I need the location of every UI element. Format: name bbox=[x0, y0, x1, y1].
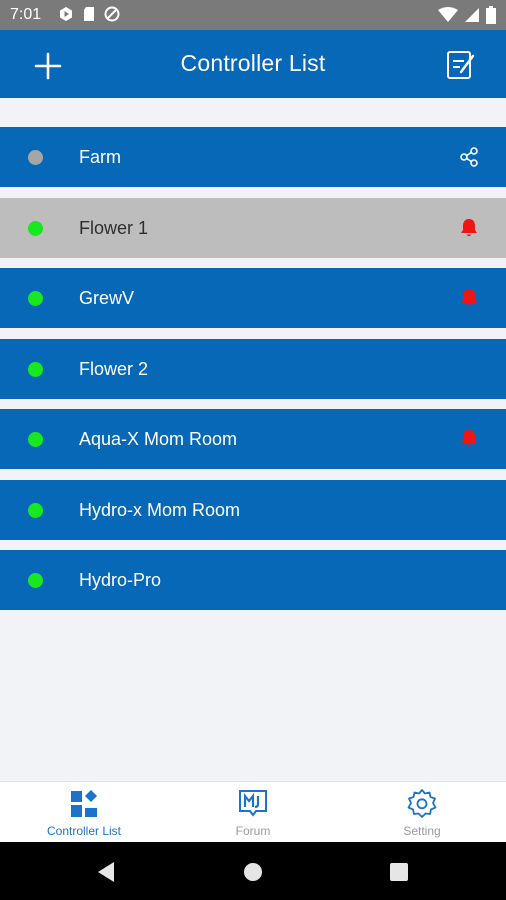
do-not-disturb-icon bbox=[104, 6, 120, 22]
controller-name: Farm bbox=[79, 147, 121, 167]
notification-icons bbox=[58, 6, 120, 22]
controller-row-aqua-x-mom-room[interactable]: Aqua-X Mom Room bbox=[0, 409, 506, 469]
system-navigation-bar bbox=[0, 842, 506, 900]
status-dot bbox=[28, 573, 43, 588]
controller-row-hydro-x-mom-room[interactable]: Hydro-x Mom Room bbox=[0, 479, 506, 540]
dashboard-icon bbox=[71, 790, 97, 817]
forum-icon bbox=[239, 790, 267, 817]
controller-name: Aqua-X Mom Room bbox=[79, 429, 238, 449]
wifi-icon bbox=[438, 7, 458, 22]
controller-name: GrewV bbox=[79, 288, 135, 308]
status-dot bbox=[28, 502, 43, 518]
controller-name: Flower 2 bbox=[79, 358, 149, 379]
status-bar: 7:01 bbox=[0, 0, 506, 30]
controller-row-flower-2[interactable]: Flower 2 bbox=[0, 338, 506, 399]
nav-label: Setting bbox=[403, 824, 441, 838]
controller-name: Hydro-x Mom Room bbox=[79, 499, 241, 520]
nav-label: Forum bbox=[235, 824, 271, 838]
play-notification-icon bbox=[60, 7, 72, 21]
controller-list: Farm Flower 1 GrewV Flower 2 Aqua-X Mom … bbox=[0, 127, 506, 621]
share-icon[interactable] bbox=[458, 146, 480, 168]
controller-name: Hydro-Pro bbox=[79, 570, 162, 590]
app-bar: Controller List bbox=[0, 30, 506, 98]
bell-icon[interactable] bbox=[458, 428, 480, 450]
sd-card-icon bbox=[84, 7, 94, 21]
controller-name: Flower 1 bbox=[79, 217, 149, 238]
status-time: 7:01 bbox=[10, 6, 42, 23]
battery-icon bbox=[486, 6, 496, 24]
controller-row-farm[interactable]: Farm bbox=[0, 127, 506, 187]
page-title: Controller List bbox=[180, 50, 326, 76]
status-dot bbox=[28, 150, 43, 165]
status-dot bbox=[28, 432, 43, 447]
edit-list-button[interactable] bbox=[444, 48, 478, 82]
recents-icon[interactable] bbox=[390, 863, 408, 881]
bell-icon[interactable] bbox=[458, 217, 480, 239]
signal-icon bbox=[465, 8, 479, 22]
back-icon[interactable] bbox=[96, 861, 116, 883]
controller-row-grewv[interactable]: GrewV bbox=[0, 268, 506, 328]
nav-label: Controller List bbox=[46, 824, 122, 838]
home-icon[interactable] bbox=[243, 862, 263, 882]
nav-tab-forum[interactable]: Forum bbox=[169, 782, 337, 843]
system-status-icons bbox=[438, 6, 496, 24]
nav-tab-controller-list[interactable]: Controller List bbox=[0, 782, 168, 843]
controller-row-flower-1[interactable]: Flower 1 bbox=[0, 197, 506, 258]
status-dot bbox=[28, 220, 43, 236]
controller-row-hydro-pro[interactable]: Hydro-Pro bbox=[0, 550, 506, 610]
settings-gear-icon bbox=[407, 789, 437, 818]
status-dot bbox=[28, 361, 43, 377]
nav-tab-setting[interactable]: Setting bbox=[338, 782, 506, 843]
status-dot bbox=[28, 291, 43, 306]
bottom-navigation: Controller List Forum Setting bbox=[0, 781, 506, 843]
bell-icon[interactable] bbox=[458, 287, 480, 309]
